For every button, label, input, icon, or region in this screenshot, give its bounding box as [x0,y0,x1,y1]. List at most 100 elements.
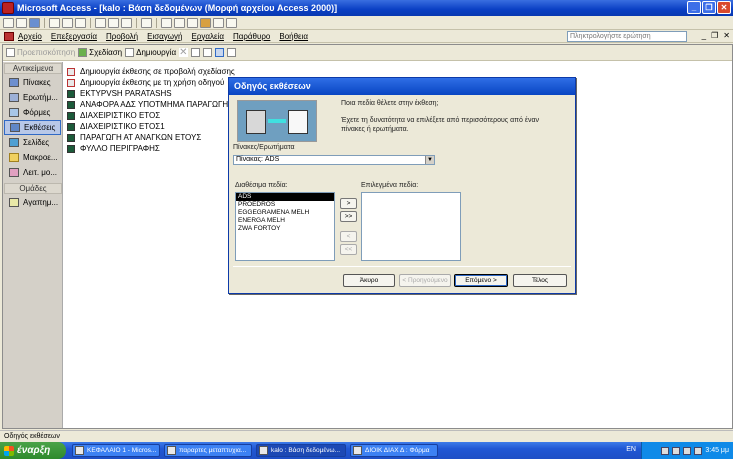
cut-icon[interactable] [95,17,106,28]
menu-insert[interactable]: Εισαγωγή [147,32,182,41]
print-preview-icon[interactable] [62,17,73,28]
volume-icon[interactable] [672,446,681,455]
language-indicator[interactable]: EN [626,446,636,453]
word-icon [167,446,176,455]
clock[interactable]: 3:45 μμ [705,447,729,454]
large-icons-icon[interactable] [191,48,201,57]
finish-button[interactable]: Τέλος [513,274,567,287]
menu-file[interactable]: Αρχείο [18,32,42,41]
list-item[interactable]: ΔΙΑΧΕΙΡΙΣΤΙΚΟ ΕΤΟΣ1 [67,121,252,132]
wizard-separator [233,266,571,267]
objects-item-modules[interactable]: Λειτ. μο... [3,165,62,180]
list-view-icon[interactable] [215,48,225,57]
module-icon [9,168,19,177]
open-icon[interactable] [16,17,27,28]
chevron-down-icon[interactable]: ▼ [425,156,434,164]
list-item[interactable]: EKTYPVSH PARATASHS [67,88,252,99]
available-fields-list[interactable]: ADS PROEDROS EGGEGRAMENA MELH ENERGA MEL… [235,192,335,261]
remove-all-fields-button[interactable]: << [340,244,357,255]
analyze-icon[interactable] [174,17,185,28]
security-icon[interactable] [694,446,703,455]
small-icons-icon[interactable] [203,48,213,57]
objects-item-queries[interactable]: Ερωτήμ... [3,90,62,105]
report-icon [67,122,75,131]
paste-icon[interactable] [121,17,132,28]
save-icon[interactable] [29,17,40,28]
start-button[interactable]: έναρξη [0,442,66,459]
restore-button[interactable]: ❐ [702,1,716,14]
mdi-minimize-button[interactable]: _ [702,31,706,40]
add-all-fields-button[interactable]: >> [340,211,357,222]
groups-item-favorites[interactable]: Αγαπημ... [3,195,62,210]
list-item[interactable]: ΠΑΡΑΓΩΓΗ ΑΤ ΑΝΑΓΚΩΝ ΕΤΟΥΣ [67,132,252,143]
objects-item-pages[interactable]: Σελίδες [3,135,62,150]
list-item[interactable]: EGGEGRAMENA MELH [236,209,334,217]
back-button[interactable]: < Προηγούμενο [399,274,451,287]
relationships-icon[interactable] [200,17,211,28]
taskbar-item-document[interactable]: παραρτες μεταπτυχια... [164,444,252,457]
objects-item-macros[interactable]: Μακροε... [3,150,62,165]
taskbar-item-form[interactable]: ΔΙΟΙΚ ΔΙΑΧ Δ : Φόρμα [350,444,438,457]
list-item[interactable]: Δημιουργία έκθεσης με τη χρήση οδηγού [67,77,252,88]
selected-fields-label: Επιλεγμένα πεδία: [361,182,419,189]
objects-item-tables[interactable]: Πίνακες [3,75,62,90]
list-item[interactable]: ZWA FORTOY [236,225,334,233]
menu-edit[interactable]: Επεξεργασία [51,32,97,41]
list-item[interactable]: Δημιουργία έκθεσης σε προβολή σχεδίασης [67,66,252,77]
taskbar-item-word[interactable]: ΚΕΦΑΛΑΙΟ 1 - Micros... [72,444,160,457]
undo-icon[interactable] [141,17,152,28]
design-icon [78,48,88,57]
help-question-input[interactable]: Πληκτρολογήστε ερώτηση [567,31,687,42]
wizard-illustration-icon [237,100,317,142]
menu-tools[interactable]: Εργαλεία [191,32,223,41]
list-item[interactable]: ΔΙΑΧΕΙΡΙΣΤΙΚΟ ΕΤΟΣ [67,110,252,121]
list-item[interactable]: PROEDROS [236,201,334,209]
help-icon[interactable] [226,17,237,28]
remove-field-button[interactable]: < [340,231,357,242]
list-item[interactable]: ΑΝΑΦΟΡΑ ΑΔΣ ΥΠΟΤΜΗΜΑ ΠΑΡΑΓΩΓΗ ΕΤΟΣ [67,99,252,110]
objects-item-reports[interactable]: Εκθέσεις [4,120,61,135]
cancel-button[interactable]: Άκυρο [343,274,395,287]
selected-fields-list[interactable] [361,192,461,261]
spelling-icon[interactable] [75,17,86,28]
query-icon [9,93,19,102]
minimize-button[interactable]: _ [687,1,701,14]
delete-icon[interactable]: ✕ [179,48,189,58]
code-icon[interactable] [187,17,198,28]
menu-view[interactable]: Προβολή [106,32,138,41]
tables-queries-select[interactable]: Πίνακας: ADS ▼ [233,155,435,165]
office-links-icon[interactable] [161,17,172,28]
new-object-icon[interactable] [213,17,224,28]
wizard-title[interactable]: Οδηγός εκθέσεων [229,78,575,95]
mdi-restore-button[interactable]: ❐ [711,31,718,40]
list-item[interactable]: ENERGA MELH [236,217,334,225]
objects-header[interactable]: Αντικείμενα [4,63,62,74]
preview-button[interactable]: Προεπισκόπηση [6,48,75,57]
access-app-icon [2,2,14,14]
print-icon[interactable] [49,17,60,28]
list-item[interactable]: ADS [236,193,334,201]
close-button[interactable]: ✕ [717,1,731,14]
objects-item-forms[interactable]: Φόρμες [3,105,62,120]
mdi-close-button[interactable]: ✕ [723,31,730,40]
document-menu-icon[interactable] [4,31,14,41]
details-view-icon[interactable] [227,48,237,57]
antivirus-icon[interactable] [683,446,692,455]
new-icon[interactable] [3,17,14,28]
table-icon [9,78,19,87]
add-field-button[interactable]: > [340,198,357,209]
source-label: Πίνακες/Ερωτήματα [233,144,295,151]
network-icon[interactable] [661,446,670,455]
menu-window[interactable]: Παράθυρο [233,32,270,41]
list-item[interactable]: ΦΥΛΛΟ ΠΕΡΙΓΡΑΦΗΣ [67,143,252,154]
taskbar-item-access-db[interactable]: kalo : Βάση δεδομένω... [256,444,346,457]
create-button[interactable]: Δημιουργία [125,48,176,57]
copy-icon[interactable] [108,17,119,28]
next-button[interactable]: Επόμενο > [454,274,508,287]
object-list: Δημιουργία έκθεσης σε προβολή σχεδίασης … [67,66,252,154]
window-titlebar[interactable]: Microsoft Access - [kalo : Βάση δεδομένω… [0,0,733,16]
report-icon [67,133,75,142]
groups-header[interactable]: Ομάδες [4,183,62,194]
design-button[interactable]: Σχεδίαση [78,48,122,57]
menu-help[interactable]: Βοήθεια [279,32,308,41]
